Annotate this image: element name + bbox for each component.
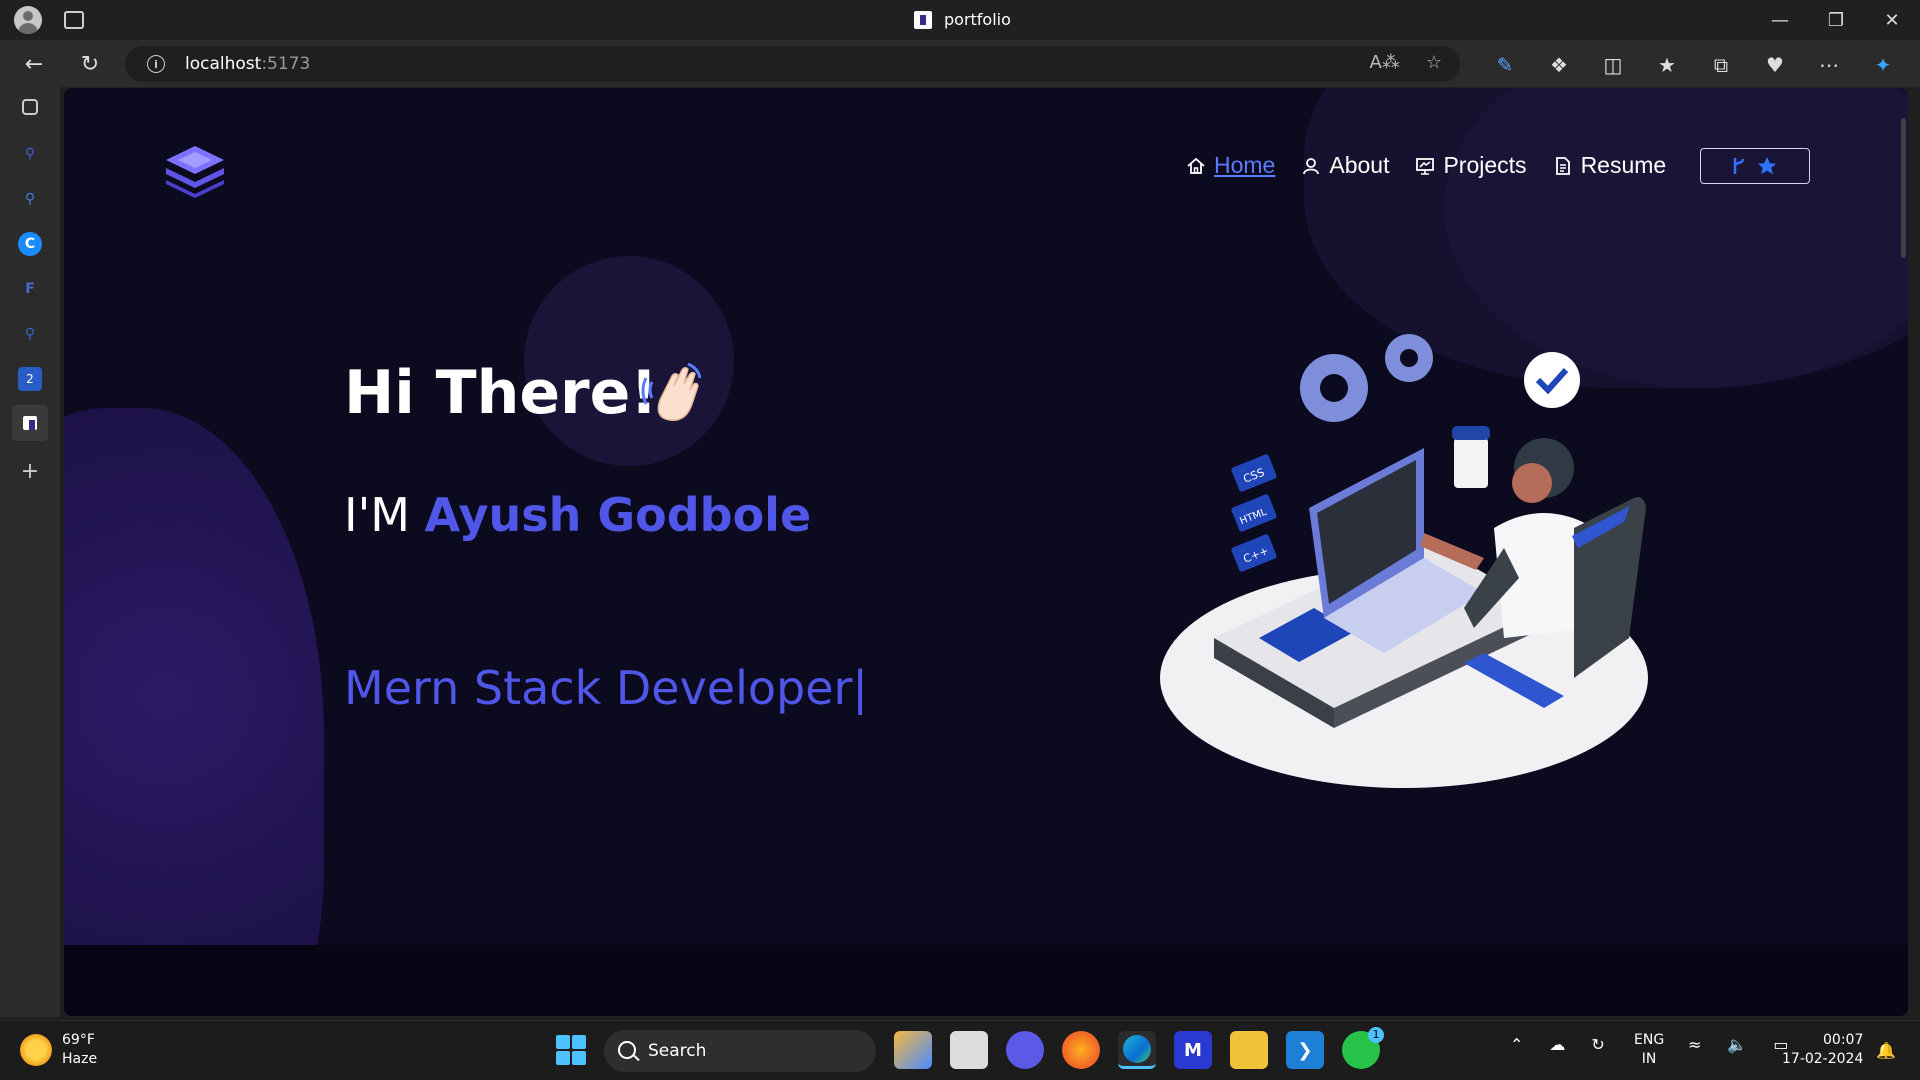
weather-widget[interactable]: 69°F Haze [20, 1031, 97, 1069]
search-sidebar-icon-2[interactable]: ⚲ [18, 187, 42, 211]
browser-title-bar: portfolio — ❐ ✕ [0, 0, 1920, 40]
search-icon [618, 1041, 636, 1059]
search-sidebar-icon[interactable]: ⚲ [18, 142, 42, 166]
search-sidebar-icon-3[interactable]: ⚲ [18, 322, 42, 346]
fork-icon [1733, 158, 1745, 174]
search-label: Search [648, 1041, 707, 1061]
notification-bell-icon[interactable]: 🔔 [1876, 1041, 1896, 1060]
sidebar-app-f-icon[interactable]: F [18, 277, 42, 301]
teams-chat-icon[interactable] [1006, 1031, 1044, 1069]
wifi-icon[interactable]: ≈ [1688, 1035, 1701, 1054]
system-clock[interactable]: 00:07 17-02-2024 [1782, 1031, 1863, 1069]
hero-name: Ayush Godbole [424, 488, 812, 542]
main-nav: Home About Projects Resume [1186, 152, 1666, 179]
show-hidden-icons-chevron-icon[interactable]: ⌃ [1510, 1035, 1523, 1054]
active-tab[interactable]: portfolio [914, 10, 1011, 29]
page-scrollbar[interactable] [1901, 118, 1906, 258]
nav-home[interactable]: Home [1186, 152, 1275, 179]
refresh-icon[interactable]: ↻ [76, 50, 104, 78]
sidebar-toggle-icon[interactable] [22, 99, 38, 115]
firefox-icon[interactable] [1062, 1031, 1100, 1069]
home-icon [1187, 157, 1205, 174]
user-icon [1303, 157, 1320, 174]
site-logo-icon[interactable] [164, 144, 226, 198]
webpage-viewport: Home About Projects Resume Hi There! I'M… [64, 88, 1908, 1016]
weather-temp: 69°F [62, 1032, 95, 1048]
site-info-icon[interactable]: i [147, 55, 165, 73]
task-view-icon[interactable] [950, 1031, 988, 1069]
site-favicon-icon [914, 10, 932, 29]
waving-hand-icon [641, 362, 702, 421]
nav-about[interactable]: About [1301, 152, 1389, 179]
page-footer-band [64, 945, 1908, 1016]
split-screen-icon[interactable]: ◫ [1598, 50, 1628, 80]
app-m-icon[interactable]: M [1174, 1031, 1212, 1069]
start-windows-icon[interactable] [556, 1035, 586, 1065]
whatsapp-icon[interactable]: 1 [1342, 1027, 1384, 1069]
read-aloud-icon[interactable]: A⁂ [1370, 52, 1400, 73]
close-button[interactable]: ✕ [1864, 0, 1920, 40]
nav-resume-label[interactable]: Resume [1581, 152, 1667, 179]
favorites-icon[interactable]: ★ [1652, 50, 1682, 80]
copilot-icon[interactable]: ✦ [1868, 50, 1898, 80]
sidebar-app-2-icon[interactable]: 2 [18, 367, 42, 391]
taskbar-search-box[interactable]: Search [604, 1030, 876, 1072]
nav-projects-label[interactable]: Projects [1443, 152, 1526, 179]
projects-icon [1416, 157, 1435, 175]
document-icon [1555, 156, 1570, 175]
language-indicator[interactable]: ENG IN [1634, 1031, 1664, 1069]
add-sidebar-icon[interactable]: + [18, 459, 42, 484]
extensions-puzzle-icon[interactable]: ❖ [1544, 50, 1574, 80]
hero-greeting: Hi There! [344, 358, 658, 428]
haze-weather-icon [20, 1034, 52, 1066]
sidebar-app-c-icon[interactable]: C [18, 232, 42, 256]
onedrive-icon[interactable]: ☁ [1549, 1035, 1565, 1054]
star-icon [1757, 156, 1777, 175]
github-star-fork-button[interactable] [1700, 148, 1810, 184]
copilot-app-icon[interactable] [894, 1031, 932, 1069]
edge-browser-icon[interactable] [1118, 1031, 1156, 1069]
more-menu-icon[interactable]: ⋯ [1814, 50, 1844, 80]
sidebar-portfolio-tab-icon[interactable] [12, 405, 48, 441]
decorative-blob [64, 408, 324, 1016]
vscode-icon[interactable]: ❯ [1286, 1031, 1324, 1069]
hero-intro: I'M Ayush Godbole [344, 488, 812, 542]
nav-resume[interactable]: Resume [1553, 152, 1667, 179]
minimize-button[interactable]: — [1752, 0, 1808, 40]
sync-icon[interactable]: ↻ [1591, 1035, 1604, 1054]
volume-icon[interactable]: 🔈 [1727, 1035, 1747, 1054]
url-text[interactable]: localhost:5173 [185, 54, 310, 74]
restore-button[interactable]: ❐ [1808, 0, 1864, 40]
back-arrow-icon[interactable]: ← [20, 50, 48, 78]
browser-sidebar: ⚲ ⚲ C F ⚲ 2 + [0, 87, 60, 1017]
favorite-star-icon[interactable]: ☆ [1426, 52, 1442, 73]
nav-about-label[interactable]: About [1329, 152, 1389, 179]
nav-projects[interactable]: Projects [1415, 152, 1527, 179]
collections-icon[interactable]: ⧉ [1706, 50, 1736, 80]
file-explorer-icon[interactable] [1230, 1031, 1268, 1069]
nav-home-label[interactable]: Home [1214, 152, 1275, 179]
browser-essentials-icon[interactable]: ♥ [1760, 50, 1790, 80]
windows-taskbar: 69°F Haze Search M ❯ 1 ⌃ ☁ ↻ ENG IN ≈ 🔈 ▭ … [0, 1020, 1920, 1080]
whatsapp-notification-badge: 1 [1368, 1027, 1384, 1043]
extension-icon[interactable]: ✎ [1490, 50, 1520, 80]
hero-role-typewriter: Mern Stack Developer| [344, 661, 868, 715]
address-bar[interactable]: i localhost:5173 A⁂ ☆ [125, 46, 1460, 82]
tab-actions-icon[interactable] [64, 11, 84, 29]
profile-avatar-icon[interactable] [14, 6, 42, 34]
tab-title: portfolio [944, 10, 1011, 29]
developer-illustration: CSS HTML C++ [1160, 334, 1648, 788]
weather-desc: Haze [62, 1051, 98, 1067]
